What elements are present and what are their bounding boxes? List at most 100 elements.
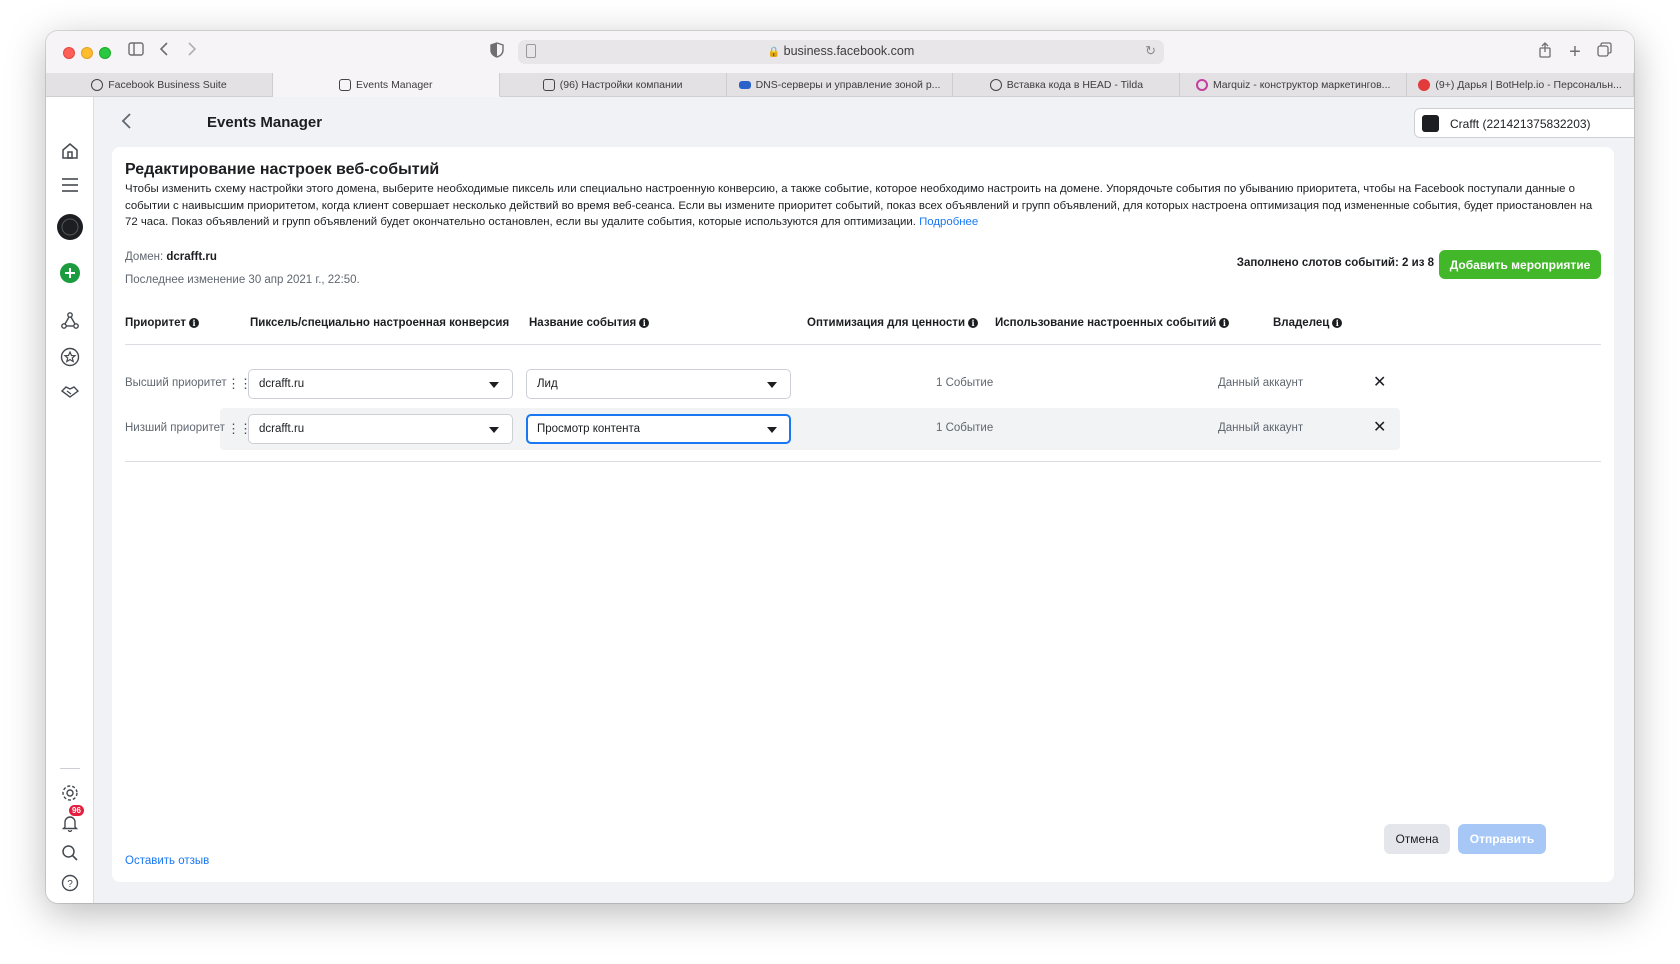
account-selector[interactable]: Crafft (221421375832203) xyxy=(1414,108,1634,138)
col-pixel: Пиксель/специально настроенная конверсия xyxy=(250,317,509,329)
tab-label: Вставка кода в HEAD - Tilda xyxy=(1006,79,1144,91)
left-nav-rail: 96 ? xyxy=(46,97,94,903)
col-owner: Владелец i xyxy=(1273,317,1343,329)
priority-label: Низший приоритет xyxy=(125,422,225,434)
cancel-button[interactable]: Отмена xyxy=(1384,824,1450,854)
col-event-name: Название события i xyxy=(529,317,650,329)
owner-value: Данный аккаунт xyxy=(1218,422,1304,434)
search-icon[interactable] xyxy=(58,841,82,865)
event-usage-value: 1 Событие xyxy=(936,422,994,434)
info-icon[interactable]: i xyxy=(639,318,650,328)
header-divider xyxy=(125,344,1601,345)
svg-text:?: ? xyxy=(67,879,73,890)
reload-icon[interactable]: ↻ xyxy=(1145,43,1156,59)
browser-window: 🔒 business.facebook.com ↻ + Facebook Bus… xyxy=(46,31,1634,903)
settings-page-icon xyxy=(542,79,555,91)
facebook-business-icon xyxy=(91,79,104,91)
tab-facebook-business-suite[interactable]: Facebook Business Suite xyxy=(46,73,273,97)
domain-value: dcrafft.ru xyxy=(166,251,217,263)
event-select[interactable]: Просмотр контента xyxy=(526,414,791,444)
event-usage-value: 1 Событие xyxy=(936,377,994,389)
page-title: Events Manager xyxy=(207,114,323,131)
pixel-select[interactable]: dcrafft.ru xyxy=(248,369,513,399)
col-event-name-label: Название события xyxy=(529,317,637,329)
gear-icon[interactable] xyxy=(58,781,82,805)
chevron-down-icon xyxy=(489,382,499,388)
col-pixel-label: Пиксель/специально настроенная конверсия xyxy=(250,317,510,329)
account-avatar[interactable] xyxy=(56,213,84,241)
address-bar[interactable]: 🔒 business.facebook.com ↻ xyxy=(518,40,1164,64)
col-event-usage: Использование настроенных событий i xyxy=(995,317,1230,329)
back-chevron-icon[interactable] xyxy=(120,112,132,134)
url-text: business.facebook.com xyxy=(783,44,915,58)
event-select-value: Лид xyxy=(537,378,558,390)
tab-company-settings[interactable]: (96) Настройки компании xyxy=(500,73,727,97)
events-manager-icon xyxy=(339,78,352,91)
tab-overview-icon[interactable] xyxy=(1595,42,1613,62)
marquiz-icon xyxy=(1196,79,1209,91)
lock-icon: 🔒 xyxy=(767,47,781,58)
account-label: Crafft (221421375832203) xyxy=(1450,117,1591,131)
submit-button[interactable]: Отправить xyxy=(1458,824,1546,854)
priority-label: Высший приоритет xyxy=(125,377,227,389)
chevron-down-icon xyxy=(767,382,777,388)
info-icon[interactable]: i xyxy=(968,318,979,328)
chevron-down-icon xyxy=(489,427,499,433)
bell-icon[interactable]: 96 xyxy=(58,805,84,835)
description-text: Чтобы изменить схему настройки этого дом… xyxy=(125,183,1593,228)
home-icon[interactable] xyxy=(58,139,82,163)
tab-marquiz[interactable]: Marquiz - конструктор маркетингов... xyxy=(1180,73,1408,97)
events-manager-nav-icon[interactable] xyxy=(58,309,82,333)
card-description: Чтобы изменить схему настройки этого дом… xyxy=(125,181,1605,231)
tab-events-manager[interactable]: Events Manager xyxy=(272,73,500,97)
tab-label: Facebook Business Suite xyxy=(108,79,227,91)
col-value-optimization: Оптимизация для ценности i xyxy=(807,317,979,329)
star-icon[interactable] xyxy=(58,345,82,369)
sidebar-toggle-icon[interactable] xyxy=(126,42,146,62)
new-tab-icon[interactable]: + xyxy=(1566,42,1584,62)
info-icon[interactable]: i xyxy=(1219,318,1230,328)
privacy-shield-icon[interactable] xyxy=(488,42,506,62)
info-icon[interactable]: i xyxy=(1332,318,1343,328)
table-row: Низший приоритет ⋮⋮ dcrafft.ru Просмотр … xyxy=(112,408,1614,450)
browser-titlebar: 🔒 business.facebook.com ↻ + xyxy=(46,31,1634,73)
leave-feedback-link[interactable]: Оставить отзыв xyxy=(125,855,209,867)
panel-toggle-icon[interactable] xyxy=(58,901,82,903)
slots-counter: Заполнено слотов событий: 2 из 8 xyxy=(1236,257,1434,269)
col-priority: Приоритет i xyxy=(125,317,199,329)
tab-label: (9+) Дарья | BotHelp.io - Персональн... xyxy=(1435,79,1622,91)
last-modified: Последнее изменение 30 апр 2021 г., 22:5… xyxy=(125,274,360,286)
pixel-select-value: dcrafft.ru xyxy=(259,423,305,435)
share-icon[interactable] xyxy=(1536,42,1554,62)
forward-nav-icon[interactable] xyxy=(184,42,200,62)
col-priority-label: Приоритет xyxy=(125,317,186,329)
help-icon[interactable]: ? xyxy=(58,871,82,895)
add-event-button[interactable]: Добавить мероприятие xyxy=(1439,250,1601,279)
info-icon[interactable]: i xyxy=(189,318,199,328)
minimize-window-button[interactable] xyxy=(81,47,93,59)
event-select-value: Просмотр контента xyxy=(537,423,641,435)
create-plus-icon[interactable] xyxy=(58,261,82,285)
pixel-select[interactable]: dcrafft.ru xyxy=(248,414,513,444)
card-title: Редактирование настроек веб-событий xyxy=(125,161,440,178)
col-event-usage-label: Использование настроенных событий xyxy=(995,317,1217,329)
col-value-optimization-label: Оптимизация для ценности xyxy=(807,317,966,329)
dns-icon xyxy=(738,81,751,89)
tab-dns[interactable]: DNS-серверы и управление зоной р... xyxy=(727,73,954,97)
tilda-icon xyxy=(989,79,1002,91)
zoom-window-button[interactable] xyxy=(99,47,111,59)
learn-more-link[interactable]: Подробнее xyxy=(919,216,978,228)
tab-bothelp[interactable]: (9+) Дарья | BotHelp.io - Персональн... xyxy=(1407,73,1634,97)
close-window-button[interactable] xyxy=(63,47,75,59)
menu-icon[interactable] xyxy=(58,173,82,197)
domain-label: Домен: xyxy=(125,251,164,263)
pixel-select-value: dcrafft.ru xyxy=(259,378,305,390)
remove-row-icon[interactable]: ✕ xyxy=(1373,373,1386,393)
owner-value: Данный аккаунт xyxy=(1218,377,1304,389)
tab-tilda[interactable]: Вставка кода в HEAD - Tilda xyxy=(953,73,1181,97)
bothelp-icon xyxy=(1418,79,1431,91)
event-select[interactable]: Лид xyxy=(526,369,791,399)
remove-row-icon[interactable]: ✕ xyxy=(1373,418,1386,438)
handshake-icon[interactable] xyxy=(58,379,82,403)
back-nav-icon[interactable] xyxy=(156,42,172,62)
